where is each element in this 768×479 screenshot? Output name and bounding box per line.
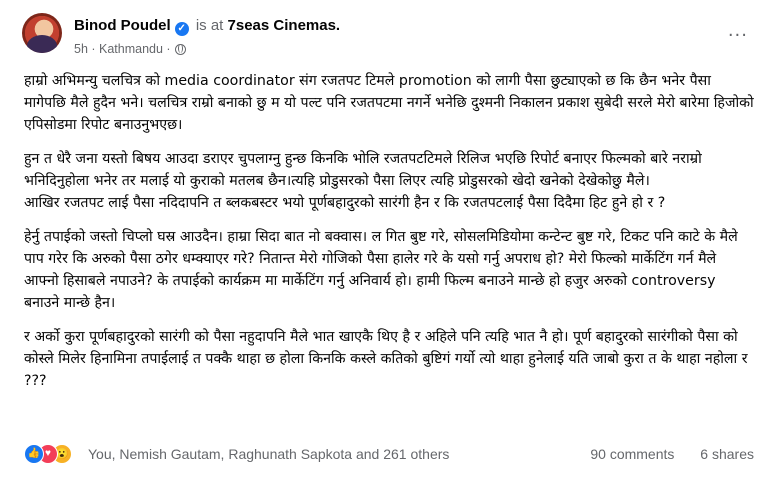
- post-paragraph: हेर्नु तपाईको जस्तो चिप्लो घस्र आउदैन। ह…: [24, 229, 738, 311]
- author-line: Binod Poudel ✓ is at 7seas Cinemas.: [74, 17, 340, 36]
- post-card: Binod Poudel ✓ is at 7seas Cinemas. 5h · …: [0, 0, 768, 479]
- is-at-text: is at: [195, 17, 224, 34]
- reactors-link[interactable]: You, Nemish Gautam, Raghunath Sapkota an…: [88, 446, 449, 462]
- comments-count-link[interactable]: 90 comments: [590, 446, 674, 462]
- more-options-button[interactable]: ···: [728, 27, 748, 45]
- post-timestamp[interactable]: 5h · Kathmandu ·: [74, 42, 171, 56]
- post-paragraph: हुन त धेरै जना यस्तो बिषय आउदा डराएर चुप…: [24, 151, 702, 211]
- engagement-counts: 90 comments 6 shares: [568, 446, 754, 462]
- location-link[interactable]: 7seas Cinemas.: [228, 17, 341, 34]
- author-avatar[interactable]: [22, 13, 62, 53]
- like-reaction-icon: 👍: [24, 444, 44, 464]
- post-header: Binod Poudel ✓ is at 7seas Cinemas. 5h · …: [22, 13, 752, 63]
- reaction-icons[interactable]: 👍 ♥ 😮: [24, 444, 84, 464]
- post-paragraph: र अर्को कुरा पूर्णबहादुरको सारंगी को पैस…: [24, 329, 748, 389]
- post-paragraph: हाम्रो अभिमन्यु चलचित्र को media coordin…: [24, 73, 754, 133]
- post-footer: 👍 ♥ 😮 You, Nemish Gautam, Raghunath Sapk…: [24, 442, 754, 468]
- verified-badge-icon: ✓: [174, 22, 189, 36]
- shares-count-link[interactable]: 6 shares: [700, 446, 754, 462]
- globe-icon: [174, 44, 186, 55]
- post-body: हाम्रो अभिमन्यु चलचित्र को media coordin…: [24, 70, 754, 404]
- author-name[interactable]: Binod Poudel: [74, 17, 171, 34]
- post-meta: 5h · Kathmandu ·: [74, 42, 186, 56]
